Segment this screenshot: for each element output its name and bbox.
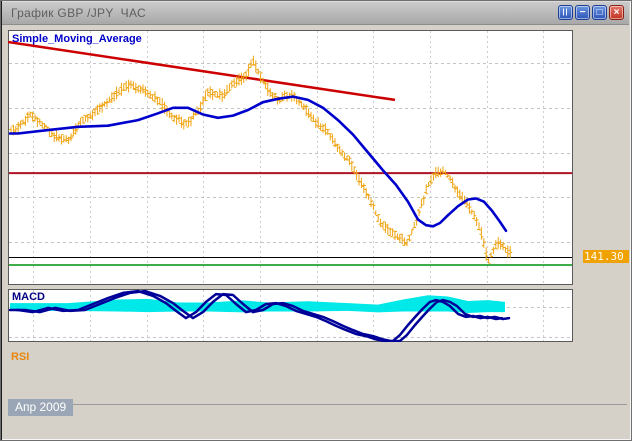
rsi-indicator-label: RSI [11,351,29,363]
close-button[interactable]: × [609,5,624,20]
pause-button[interactable]: || [558,5,573,20]
current-price-tag: 141.30 [583,250,629,263]
month-label: Апр 2009 [8,399,73,416]
titlebar[interactable]: График GBP /JPY ЧАС || − □ × [2,2,629,25]
macd-indicator-label: MACD [12,291,45,303]
window-controls: || − □ × [558,5,624,20]
maximize-button[interactable]: □ [592,5,607,20]
maximize-icon: □ [596,8,602,18]
macd-plot[interactable] [8,289,573,342]
minimize-icon: − [580,8,586,18]
sma-indicator-label: Simple_Moving_Average [12,33,142,45]
close-icon: × [614,8,620,18]
window-title: График GBP /JPY ЧАС [11,6,146,20]
chart-window: График GBP /JPY ЧАС || − □ × Simple_Movi… [0,0,632,441]
pause-icon: || [563,9,569,16]
price-plot[interactable] [8,30,573,285]
date-axis-line [8,404,627,405]
minimize-button[interactable]: − [575,5,590,20]
